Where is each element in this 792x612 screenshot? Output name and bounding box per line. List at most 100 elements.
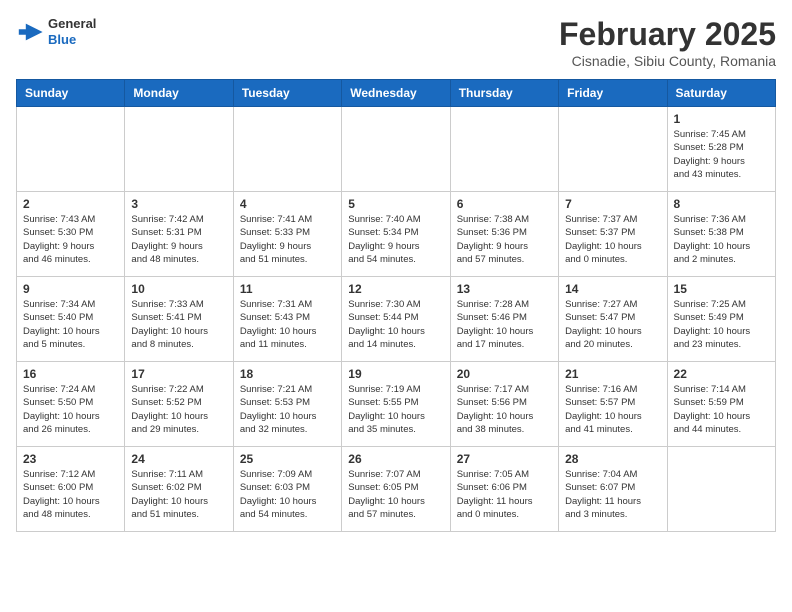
calendar-cell: 14 Sunrise: 7:27 AM Sunset: 5:47 PM Dayli…	[559, 277, 667, 362]
weekday-header-saturday: Saturday	[667, 80, 775, 107]
calendar-cell: 6 Sunrise: 7:38 AM Sunset: 5:36 PM Daylig…	[450, 192, 558, 277]
calendar-cell: 19 Sunrise: 7:19 AM Sunset: 5:55 PM Dayli…	[342, 362, 450, 447]
calendar-cell: 8Sunrise: 7:36 AM Sunset: 5:38 PM Daylig…	[667, 192, 775, 277]
logo-general: General	[48, 16, 96, 32]
day-info: Sunrise: 7:41 AM Sunset: 5:33 PM Dayligh…	[240, 213, 335, 266]
day-number: 27	[457, 452, 552, 466]
day-number: 12	[348, 282, 443, 296]
calendar-cell: 9 Sunrise: 7:34 AM Sunset: 5:40 PM Daylig…	[17, 277, 125, 362]
day-info: Sunrise: 7:09 AM Sunset: 6:03 PM Dayligh…	[240, 468, 335, 521]
logo-text: General Blue	[48, 16, 96, 47]
day-number: 22	[674, 367, 769, 381]
day-number: 13	[457, 282, 552, 296]
calendar-cell: 15Sunrise: 7:25 AM Sunset: 5:49 PM Dayli…	[667, 277, 775, 362]
day-number: 24	[131, 452, 226, 466]
calendar-cell: 2 Sunrise: 7:43 AM Sunset: 5:30 PM Daylig…	[17, 192, 125, 277]
page-header: General Blue February 2025 Cisnadie, Sib…	[16, 16, 776, 69]
day-info: Sunrise: 7:45 AM Sunset: 5:28 PM Dayligh…	[674, 128, 769, 181]
day-number: 14	[565, 282, 660, 296]
day-number: 28	[565, 452, 660, 466]
calendar-cell: 25 Sunrise: 7:09 AM Sunset: 6:03 PM Dayli…	[233, 447, 341, 532]
day-info: Sunrise: 7:16 AM Sunset: 5:57 PM Dayligh…	[565, 383, 660, 436]
day-info: Sunrise: 7:43 AM Sunset: 5:30 PM Dayligh…	[23, 213, 118, 266]
day-info: Sunrise: 7:31 AM Sunset: 5:43 PM Dayligh…	[240, 298, 335, 351]
calendar-table: SundayMondayTuesdayWednesdayThursdayFrid…	[16, 79, 776, 532]
weekday-header-sunday: Sunday	[17, 80, 125, 107]
calendar-cell: 22 Sunrise: 7:14 AM Sunset: 5:59 PM Dayli…	[667, 362, 775, 447]
day-number: 26	[348, 452, 443, 466]
day-number: 7	[565, 197, 660, 211]
calendar-cell: 10 Sunrise: 7:33 AM Sunset: 5:41 PM Dayli…	[125, 277, 233, 362]
day-number: 4	[240, 197, 335, 211]
day-number: 21	[565, 367, 660, 381]
day-number: 2	[23, 197, 118, 211]
calendar-cell: 13 Sunrise: 7:28 AM Sunset: 5:46 PM Dayli…	[450, 277, 558, 362]
weekday-header-tuesday: Tuesday	[233, 80, 341, 107]
calendar-cell: 28 Sunrise: 7:04 AM Sunset: 6:07 PM Dayli…	[559, 447, 667, 532]
calendar-cell: 23Sunrise: 7:12 AM Sunset: 6:00 PM Dayli…	[17, 447, 125, 532]
day-number: 25	[240, 452, 335, 466]
day-info: Sunrise: 7:40 AM Sunset: 5:34 PM Dayligh…	[348, 213, 443, 266]
calendar-week-4: 16 Sunrise: 7:24 AM Sunset: 5:50 PM Dayli…	[17, 362, 776, 447]
calendar-cell: 21 Sunrise: 7:16 AM Sunset: 5:57 PM Dayli…	[559, 362, 667, 447]
day-number: 11	[240, 282, 335, 296]
day-info: Sunrise: 7:22 AM Sunset: 5:52 PM Dayligh…	[131, 383, 226, 436]
day-info: Sunrise: 7:07 AM Sunset: 6:05 PM Dayligh…	[348, 468, 443, 521]
day-number: 6	[457, 197, 552, 211]
day-info: Sunrise: 7:42 AM Sunset: 5:31 PM Dayligh…	[131, 213, 226, 266]
calendar-cell	[559, 107, 667, 192]
day-number: 17	[131, 367, 226, 381]
calendar-cell: 7 Sunrise: 7:37 AM Sunset: 5:37 PM Daylig…	[559, 192, 667, 277]
calendar-week-1: 1 Sunrise: 7:45 AM Sunset: 5:28 PM Daylig…	[17, 107, 776, 192]
day-number: 15	[674, 282, 769, 296]
day-info: Sunrise: 7:21 AM Sunset: 5:53 PM Dayligh…	[240, 383, 335, 436]
day-info: Sunrise: 7:05 AM Sunset: 6:06 PM Dayligh…	[457, 468, 552, 521]
day-info: Sunrise: 7:19 AM Sunset: 5:55 PM Dayligh…	[348, 383, 443, 436]
weekday-header-monday: Monday	[125, 80, 233, 107]
calendar-cell	[233, 107, 341, 192]
day-info: Sunrise: 7:28 AM Sunset: 5:46 PM Dayligh…	[457, 298, 552, 351]
day-number: 18	[240, 367, 335, 381]
day-info: Sunrise: 7:24 AM Sunset: 5:50 PM Dayligh…	[23, 383, 118, 436]
day-info: Sunrise: 7:04 AM Sunset: 6:07 PM Dayligh…	[565, 468, 660, 521]
day-info: Sunrise: 7:36 AM Sunset: 5:38 PM Dayligh…	[674, 213, 769, 266]
logo-blue: Blue	[48, 32, 96, 48]
calendar-cell: 5Sunrise: 7:40 AM Sunset: 5:34 PM Daylig…	[342, 192, 450, 277]
calendar-cell: 17 Sunrise: 7:22 AM Sunset: 5:52 PM Dayli…	[125, 362, 233, 447]
day-number: 10	[131, 282, 226, 296]
calendar-cell: 24Sunrise: 7:11 AM Sunset: 6:02 PM Dayli…	[125, 447, 233, 532]
calendar-week-2: 2 Sunrise: 7:43 AM Sunset: 5:30 PM Daylig…	[17, 192, 776, 277]
calendar-cell	[450, 107, 558, 192]
calendar-cell	[125, 107, 233, 192]
day-info: Sunrise: 7:14 AM Sunset: 5:59 PM Dayligh…	[674, 383, 769, 436]
weekday-header-row: SundayMondayTuesdayWednesdayThursdayFrid…	[17, 80, 776, 107]
day-info: Sunrise: 7:33 AM Sunset: 5:41 PM Dayligh…	[131, 298, 226, 351]
day-info: Sunrise: 7:34 AM Sunset: 5:40 PM Dayligh…	[23, 298, 118, 351]
day-info: Sunrise: 7:38 AM Sunset: 5:36 PM Dayligh…	[457, 213, 552, 266]
day-number: 16	[23, 367, 118, 381]
day-number: 23	[23, 452, 118, 466]
day-number: 19	[348, 367, 443, 381]
calendar-cell	[667, 447, 775, 532]
day-info: Sunrise: 7:37 AM Sunset: 5:37 PM Dayligh…	[565, 213, 660, 266]
weekday-header-wednesday: Wednesday	[342, 80, 450, 107]
calendar-cell: 18 Sunrise: 7:21 AM Sunset: 5:53 PM Dayli…	[233, 362, 341, 447]
calendar-cell: 11 Sunrise: 7:31 AM Sunset: 5:43 PM Dayli…	[233, 277, 341, 362]
weekday-header-friday: Friday	[559, 80, 667, 107]
day-info: Sunrise: 7:17 AM Sunset: 5:56 PM Dayligh…	[457, 383, 552, 436]
logo-icon	[16, 18, 44, 46]
calendar-week-5: 23Sunrise: 7:12 AM Sunset: 6:00 PM Dayli…	[17, 447, 776, 532]
calendar-cell: 27 Sunrise: 7:05 AM Sunset: 6:06 PM Dayli…	[450, 447, 558, 532]
calendar-cell: 4 Sunrise: 7:41 AM Sunset: 5:33 PM Daylig…	[233, 192, 341, 277]
calendar-cell: 12 Sunrise: 7:30 AM Sunset: 5:44 PM Dayli…	[342, 277, 450, 362]
logo: General Blue	[16, 16, 96, 47]
day-info: Sunrise: 7:30 AM Sunset: 5:44 PM Dayligh…	[348, 298, 443, 351]
calendar-cell: 1 Sunrise: 7:45 AM Sunset: 5:28 PM Daylig…	[667, 107, 775, 192]
calendar-week-3: 9 Sunrise: 7:34 AM Sunset: 5:40 PM Daylig…	[17, 277, 776, 362]
day-number: 9	[23, 282, 118, 296]
day-info: Sunrise: 7:27 AM Sunset: 5:47 PM Dayligh…	[565, 298, 660, 351]
day-number: 20	[457, 367, 552, 381]
calendar-cell: 16 Sunrise: 7:24 AM Sunset: 5:50 PM Dayli…	[17, 362, 125, 447]
calendar-cell	[342, 107, 450, 192]
day-number: 1	[674, 112, 769, 126]
